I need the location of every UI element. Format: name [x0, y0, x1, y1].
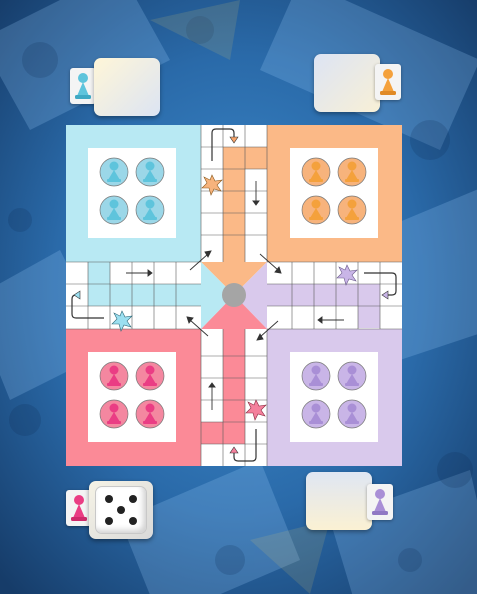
purple-token[interactable]	[301, 361, 331, 391]
blue-token[interactable]	[99, 195, 129, 225]
dice-pip	[105, 517, 113, 525]
pink-token[interactable]	[99, 399, 129, 429]
home-base-pink	[66, 329, 201, 466]
player-blue-panel[interactable]	[94, 58, 160, 116]
orange-token[interactable]	[301, 157, 331, 187]
purple-pawn-icon	[372, 489, 388, 515]
home-base-purple	[267, 329, 402, 466]
center-dot	[222, 283, 246, 307]
dice-pip	[117, 506, 125, 514]
ludo-board[interactable]	[66, 125, 402, 466]
pink-token[interactable]	[135, 361, 165, 391]
dice-pip	[129, 495, 137, 503]
home-base-orange	[267, 125, 402, 262]
blue-token[interactable]	[99, 157, 129, 187]
blue-token[interactable]	[135, 157, 165, 187]
board-svg[interactable]	[66, 125, 402, 466]
home-base-blue	[66, 125, 201, 262]
orange-pawn-icon	[380, 69, 396, 95]
pink-token[interactable]	[99, 361, 129, 391]
player-purple-panel[interactable]	[306, 472, 372, 530]
player-orange-panel[interactable]	[314, 54, 380, 112]
player-blue-indicator	[70, 68, 96, 104]
orange-token[interactable]	[337, 157, 367, 187]
dice-pip	[129, 517, 137, 525]
dice-icon[interactable]	[95, 486, 147, 534]
purple-token[interactable]	[337, 399, 367, 429]
dice-pip	[105, 495, 113, 503]
blue-pawn-icon	[75, 73, 91, 99]
player-orange-indicator	[375, 64, 401, 100]
purple-token[interactable]	[301, 399, 331, 429]
player-purple-indicator	[367, 484, 393, 520]
blue-token[interactable]	[135, 195, 165, 225]
orange-token[interactable]	[301, 195, 331, 225]
center-home	[201, 262, 267, 329]
dice-panel[interactable]	[89, 481, 153, 539]
orange-token[interactable]	[337, 195, 367, 225]
purple-token[interactable]	[337, 361, 367, 391]
pink-token[interactable]	[135, 399, 165, 429]
